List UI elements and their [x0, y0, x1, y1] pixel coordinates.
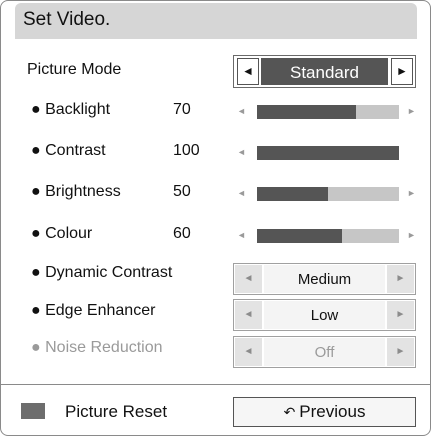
colour-bar[interactable]: [257, 229, 399, 243]
noise-reduction-prev-arrow: ◄: [235, 338, 262, 366]
back-arrow-icon: ↶: [283, 404, 296, 420]
previous-label: Previous: [299, 402, 366, 421]
color-key-icon: [21, 403, 45, 419]
colour-bar-fill: [257, 229, 342, 243]
edge-enhancer-value: Low: [264, 301, 385, 329]
backlight-bar-fill: [257, 105, 356, 119]
contrast-bar-fill: [257, 146, 399, 160]
contrast-label: ● Contrast: [31, 142, 106, 159]
colour-label: ● Colour: [31, 225, 93, 242]
picture-mode-next-arrow[interactable]: ►: [391, 58, 413, 85]
contrast-left-arrow[interactable]: ◄: [237, 147, 246, 157]
brightness-value: 50: [173, 183, 191, 200]
picture-mode-selector[interactable]: ◄ Standard ►: [233, 55, 416, 88]
edge-enhancer-next-arrow[interactable]: ►: [387, 301, 414, 329]
picture-mode-value: Standard: [261, 58, 388, 85]
noise-reduction-label: ● Noise Reduction: [31, 339, 163, 356]
backlight-value: 70: [173, 101, 191, 118]
backlight-bar[interactable]: [257, 105, 399, 119]
contrast-bar[interactable]: [257, 146, 399, 160]
dynamic-contrast-prev-arrow[interactable]: ◄: [235, 265, 262, 293]
dynamic-contrast-selector[interactable]: ◄ Medium ►: [233, 263, 416, 295]
noise-reduction-value: Off: [264, 338, 385, 366]
backlight-left-arrow[interactable]: ◄: [237, 106, 246, 116]
picture-reset-label: Picture Reset: [65, 402, 168, 421]
picture-mode-label: Picture Mode: [27, 61, 122, 78]
brightness-bar[interactable]: [257, 187, 399, 201]
colour-value: 60: [173, 225, 191, 242]
edge-enhancer-selector[interactable]: ◄ Low ►: [233, 299, 416, 331]
backlight-right-arrow[interactable]: ►: [407, 106, 416, 116]
footer-divider: [1, 384, 430, 385]
title-bar: Set Video.: [15, 3, 417, 39]
backlight-label: ● Backlight: [31, 101, 111, 118]
previous-button[interactable]: ↶ Previous: [233, 397, 416, 427]
brightness-right-arrow[interactable]: ►: [407, 188, 416, 198]
dynamic-contrast-value: Medium: [264, 265, 385, 293]
brightness-label: ● Brightness: [31, 183, 121, 200]
noise-reduction-selector: ◄ Off ►: [233, 336, 416, 368]
picture-mode-prev-arrow[interactable]: ◄: [237, 58, 259, 85]
edge-enhancer-label: ● Edge Enhancer: [31, 302, 156, 319]
brightness-bar-fill: [257, 187, 328, 201]
dynamic-contrast-label: ● Dynamic Contrast: [31, 264, 173, 281]
brightness-left-arrow[interactable]: ◄: [237, 188, 246, 198]
page-title: Set Video.: [23, 9, 111, 30]
edge-enhancer-prev-arrow[interactable]: ◄: [235, 301, 262, 329]
contrast-value: 100: [173, 142, 200, 159]
settings-panel: Set Video. Picture Mode ◄ Standard ► ● B…: [0, 0, 431, 436]
dynamic-contrast-next-arrow[interactable]: ►: [387, 265, 414, 293]
colour-left-arrow[interactable]: ◄: [237, 230, 246, 240]
noise-reduction-next-arrow: ►: [387, 338, 414, 366]
colour-right-arrow[interactable]: ►: [407, 230, 416, 240]
